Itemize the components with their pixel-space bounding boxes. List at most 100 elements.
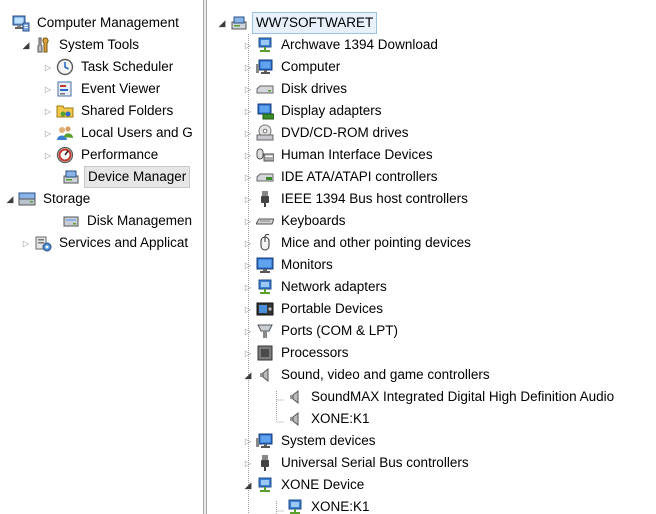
collapse-arrow-icon[interactable]: ◢ xyxy=(4,193,16,205)
device-category-label: Ports (COM & LPT) xyxy=(281,323,399,338)
device-tree-pane: ◢ WW7SOFTWARET ▷ Archwave 1394 Download … xyxy=(208,0,656,514)
device-category-label: Monitors xyxy=(281,257,333,272)
computer-icon xyxy=(230,14,248,32)
expand-arrow-icon[interactable]: ▷ xyxy=(242,347,254,359)
device-category-label: DVD/CD-ROM drives xyxy=(281,125,409,140)
device-category-label: Network adapters xyxy=(281,279,387,294)
expand-arrow-icon[interactable]: ▷ xyxy=(242,303,254,315)
device-item-label: SoundMAX Integrated Digital High Definit… xyxy=(311,389,615,404)
device-category-label: IEEE 1394 Bus host controllers xyxy=(281,191,468,206)
device-category-processors[interactable]: ▷ Processors xyxy=(242,342,352,364)
device-category-ieee1394[interactable]: ▷ IEEE 1394 Bus host controllers xyxy=(242,188,471,210)
device-category-label: Archwave 1394 Download xyxy=(281,37,438,52)
expand-arrow-icon[interactable]: ▷ xyxy=(242,105,254,117)
device-category-label: System devices xyxy=(281,433,376,448)
tree-item-label: Shared Folders xyxy=(81,103,174,118)
ide-icon xyxy=(256,168,274,186)
port-icon xyxy=(256,322,274,340)
expand-arrow-icon[interactable]: ▷ xyxy=(42,105,54,117)
shared-folder-icon xyxy=(56,102,74,120)
navigation-pane: Computer Management ◢ System Tools ▷ Tas… xyxy=(0,0,202,514)
device-category-computer[interactable]: ▷ Computer xyxy=(242,56,343,78)
device-category-ports[interactable]: ▷ Ports (COM & LPT) xyxy=(242,320,401,342)
device-category-label: XONE Device xyxy=(281,477,365,492)
device-category-hid[interactable]: ▷ Human Interface Devices xyxy=(242,144,436,166)
tree-item-computer-management[interactable]: Computer Management xyxy=(4,12,182,34)
tree-item-disk-management[interactable]: Disk Managemen xyxy=(60,210,195,232)
device-item-xone-k1[interactable]: XONE:K1 xyxy=(284,496,373,514)
device-category-ide[interactable]: ▷ IDE ATA/ATAPI controllers xyxy=(242,166,441,188)
device-item-soundmax[interactable]: SoundMAX Integrated Digital High Definit… xyxy=(284,386,617,408)
collapse-arrow-icon[interactable]: ◢ xyxy=(242,479,254,491)
device-category-keyboards[interactable]: ▷ Keyboards xyxy=(242,210,349,232)
tree-item-performance[interactable]: ▷ Performance xyxy=(42,144,161,166)
expand-arrow-icon[interactable]: ▷ xyxy=(242,61,254,73)
portable-device-icon xyxy=(256,300,274,318)
expand-arrow-icon[interactable]: ▷ xyxy=(242,259,254,271)
expand-arrow-icon[interactable]: ▷ xyxy=(242,215,254,227)
collapse-arrow-icon[interactable]: ◢ xyxy=(216,17,228,29)
event-viewer-icon xyxy=(56,80,74,98)
expand-arrow-icon[interactable]: ▷ xyxy=(242,171,254,183)
expand-arrow-icon[interactable]: ▷ xyxy=(242,325,254,337)
tree-item-task-scheduler[interactable]: ▷ Task Scheduler xyxy=(42,56,176,78)
expand-arrow-icon[interactable]: ▷ xyxy=(242,149,254,161)
device-category-label: IDE ATA/ATAPI controllers xyxy=(281,169,438,184)
device-manager-icon xyxy=(62,168,80,186)
expand-arrow-icon[interactable]: ▷ xyxy=(42,127,54,139)
monitor-icon xyxy=(256,432,274,450)
collapse-arrow-icon[interactable]: ◢ xyxy=(20,39,32,51)
expand-arrow-icon[interactable]: ▷ xyxy=(242,127,254,139)
expand-arrow-icon[interactable]: ▷ xyxy=(42,61,54,73)
device-category-network[interactable]: ▷ Network adapters xyxy=(242,276,390,298)
device-category-portable[interactable]: ▷ Portable Devices xyxy=(242,298,386,320)
tree-item-storage[interactable]: ◢ Storage xyxy=(4,188,93,210)
tree-item-label: Storage xyxy=(43,191,91,206)
speaker-icon xyxy=(286,410,304,428)
computer-management-icon xyxy=(12,14,30,32)
tree-item-services[interactable]: ▷ Services and Applicat xyxy=(20,232,191,254)
device-category-label: Portable Devices xyxy=(281,301,384,316)
device-category-mice[interactable]: ▷ Mice and other pointing devices xyxy=(242,232,474,254)
tree-item-label: Services and Applicat xyxy=(59,235,189,250)
tree-item-device-manager[interactable]: Device Manager xyxy=(60,166,191,188)
device-category-monitors[interactable]: ▷ Monitors xyxy=(242,254,336,276)
device-category-usb[interactable]: ▷ Universal Serial Bus controllers xyxy=(242,452,472,474)
monitor-icon xyxy=(256,58,274,76)
tree-item-label: Performance xyxy=(81,147,159,162)
device-tree-root[interactable]: ◢ WW7SOFTWARET xyxy=(216,12,378,34)
display-adapter-icon xyxy=(256,102,275,120)
device-category-archwave[interactable]: ▷ Archwave 1394 Download xyxy=(242,34,441,56)
tree-item-event-viewer[interactable]: ▷ Event Viewer xyxy=(42,78,163,100)
device-category-label: Mice and other pointing devices xyxy=(281,235,471,250)
device-category-label: Human Interface Devices xyxy=(281,147,433,162)
expand-arrow-icon[interactable]: ▷ xyxy=(42,83,54,95)
device-category-disk-drives[interactable]: ▷ Disk drives xyxy=(242,78,350,100)
expand-arrow-icon[interactable]: ▷ xyxy=(242,237,254,249)
keyboard-icon xyxy=(255,212,275,230)
expand-arrow-icon[interactable]: ▷ xyxy=(242,435,254,447)
expand-arrow-icon[interactable]: ▷ xyxy=(20,237,32,249)
tree-item-local-users[interactable]: ▷ Local Users and G xyxy=(42,122,196,144)
device-category-label: Display adapters xyxy=(281,103,382,118)
collapse-arrow-icon[interactable]: ◢ xyxy=(242,369,254,381)
expand-arrow-icon[interactable]: ▷ xyxy=(242,39,254,51)
network-icon xyxy=(256,36,274,54)
tree-item-shared-folders[interactable]: ▷ Shared Folders xyxy=(42,100,176,122)
expand-arrow-icon[interactable]: ▷ xyxy=(242,281,254,293)
expand-arrow-icon[interactable]: ▷ xyxy=(242,193,254,205)
device-category-display-adapters[interactable]: ▷ Display adapters xyxy=(242,100,385,122)
expand-arrow-icon[interactable]: ▷ xyxy=(242,457,254,469)
device-category-label: Processors xyxy=(281,345,349,360)
tree-item-label: Task Scheduler xyxy=(81,59,174,74)
device-category-dvd[interactable]: ▷ DVD/CD-ROM drives xyxy=(242,122,412,144)
device-category-xone-device[interactable]: ◢ XONE Device xyxy=(242,474,367,496)
expand-arrow-icon[interactable]: ▷ xyxy=(242,83,254,95)
expand-arrow-icon[interactable]: ▷ xyxy=(42,149,54,161)
tree-item-system-tools[interactable]: ◢ System Tools xyxy=(20,34,142,56)
processor-icon xyxy=(256,344,274,362)
device-category-sound[interactable]: ◢ Sound, video and game controllers xyxy=(242,364,493,386)
tree-item-label: Local Users and G xyxy=(81,125,193,140)
device-category-system[interactable]: ▷ System devices xyxy=(242,430,379,452)
device-item-xone-k1-audio[interactable]: XONE:K1 xyxy=(284,408,373,430)
